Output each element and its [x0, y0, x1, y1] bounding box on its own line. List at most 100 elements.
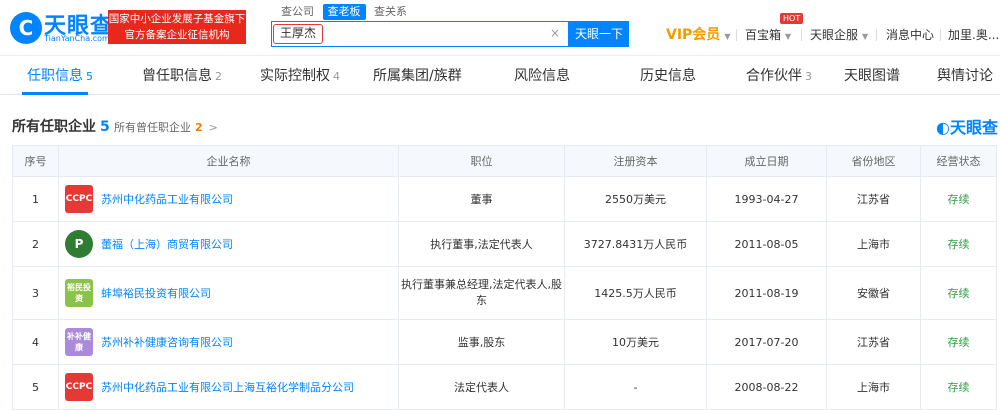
table-row: 3 裕民投资 蚌埠裕民投资有限公司 执行董事兼总经理,法定代表人,股东 1425.… [12, 266, 997, 320]
status-cell: 存续 [920, 364, 997, 410]
tab-count: 2 [215, 70, 222, 83]
company-logo[interactable]: 补补健康 [65, 328, 93, 356]
logo-mark-icon: C [10, 12, 42, 44]
col-header-company: 企业名称 [58, 145, 399, 177]
hot-badge: HOT [780, 13, 804, 24]
col-header-status: 经营状态 [920, 145, 997, 177]
nav-divider [940, 29, 941, 41]
position-cell: 董事 [398, 176, 565, 222]
company-name-link[interactable]: 蚌埠裕民投资有限公司 [101, 287, 211, 300]
col-header-capital: 注册资本 [564, 145, 707, 177]
nav-user-account[interactable]: 加里.奥... [948, 26, 999, 43]
positions-table: 序号 企业名称 职位 注册资本 成立日期 省份地区 经营状态 1 CCPC 苏州中… [12, 145, 997, 410]
search-tab-company[interactable]: 查公司 [276, 4, 319, 20]
former-positions-link[interactable]: 所有曾任职企业 2 > [114, 119, 218, 135]
top-header: C 天眼查 TianYanCha.com 国家中小企业发展子基金旗下 官方备案企… [0, 0, 1000, 56]
date-cell: 1993-04-27 [706, 176, 827, 222]
company-cell: P 蕾福（上海）商贸有限公司 [58, 221, 399, 267]
tab-group[interactable]: 所属集团/族群 [373, 57, 462, 95]
col-header-region: 省份地区 [826, 145, 921, 177]
search-query-value[interactable]: 王厚杰 [273, 24, 324, 44]
table-row: 2 P 蕾福（上海）商贸有限公司 执行董事,法定代表人 3727.8431万人民币… [12, 221, 997, 267]
company-cell: 裕民投资 蚌埠裕民投资有限公司 [58, 266, 399, 320]
date-cell: 2011-08-05 [706, 221, 827, 267]
position-cell: 法定代表人 [398, 364, 565, 410]
company-cell: 补补健康 苏州补补健康咨询有限公司 [58, 319, 399, 365]
company-name-link[interactable]: 苏州中化药品工业有限公司上海互裕化学制品分公司 [101, 381, 354, 394]
chevron-right-icon: > [208, 121, 218, 134]
tab-actual-control[interactable]: 实际控制权 4 [260, 57, 340, 95]
capital-cell: 1425.5万人民币 [564, 266, 707, 320]
company-logo[interactable]: P [65, 230, 93, 258]
vip-label: VIP会员 [666, 27, 721, 43]
row-index: 1 [12, 176, 59, 222]
company-name-link[interactable]: 蕾福（上海）商贸有限公司 [101, 238, 233, 251]
company-logo[interactable]: CCPC [65, 373, 93, 401]
col-header-index: 序号 [12, 145, 59, 177]
table-row: 1 CCPC 苏州中化药品工业有限公司 董事 2550万美元 1993-04-27… [12, 176, 997, 222]
clear-icon[interactable]: × [550, 26, 560, 40]
company-name-link[interactable]: 苏州中化药品工业有限公司 [101, 193, 233, 206]
date-cell: 2017-07-20 [706, 319, 827, 365]
watermark-text: 天眼查 [949, 118, 998, 137]
nav-toolbox[interactable]: 百宝箱 ▼ [745, 26, 791, 43]
profile-tabs: 任职信息 5 曾任职信息 2 实际控制权 4 所属集团/族群 风险信息 历史信息 合作… [0, 57, 1000, 95]
company-logo[interactable]: CCPC [65, 185, 93, 213]
chevron-down-icon: ▼ [785, 32, 792, 41]
nav-divider [801, 29, 802, 41]
company-cell: CCPC 苏州中化药品工业有限公司 [58, 176, 399, 222]
date-cell: 2008-08-22 [706, 364, 827, 410]
tab-history[interactable]: 历史信息 [640, 57, 696, 95]
nav-divider [736, 29, 737, 41]
tab-graph[interactable]: 天眼图谱 [844, 57, 900, 95]
vip-member-link[interactable]: VIP会员 ▼ [666, 24, 730, 44]
date-cell: 2011-08-19 [706, 266, 827, 320]
tianyancha-logo[interactable]: C 天眼查 TianYanCha.com [10, 10, 115, 46]
section-title: 所有任职企业 5 [12, 116, 110, 136]
table-row: 5 CCPC 苏州中化药品工业有限公司上海互裕化学制品分公司 法定代表人 - 20… [12, 364, 997, 410]
active-tab-indicator [22, 92, 88, 95]
position-cell: 执行董事,法定代表人 [398, 221, 565, 267]
search-button[interactable]: 天眼一下 [569, 21, 629, 47]
search-tab-relation[interactable]: 查关系 [369, 4, 412, 20]
tab-current-positions[interactable]: 任职信息 5 [27, 57, 93, 95]
tianyancha-watermark: ◐天眼查 [936, 114, 998, 138]
tab-label: 任职信息 [27, 68, 83, 84]
chevron-down-icon: ▼ [862, 32, 869, 41]
region-cell: 上海市 [826, 221, 921, 267]
nav-messages[interactable]: 消息中心 [886, 26, 934, 43]
tab-label: 所属集团/族群 [373, 68, 462, 84]
position-cell: 执行董事兼总经理,法定代表人,股东 [398, 266, 565, 320]
tab-label: 舆情讨论 [937, 68, 993, 84]
position-cell: 监事,股东 [398, 319, 565, 365]
nav-toolbox-label: 百宝箱 [745, 28, 782, 42]
former-label: 所有曾任职企业 [114, 121, 191, 134]
company-logo[interactable]: 裕民投资 [65, 279, 93, 307]
official-banner: 国家中小企业发展子基金旗下 官方备案企业征信机构 [108, 10, 246, 44]
banner-line-1: 国家中小企业发展子基金旗下 [108, 13, 246, 25]
status-cell: 存续 [920, 319, 997, 365]
section-count: 5 [100, 119, 110, 135]
tab-risk[interactable]: 风险信息 [514, 57, 570, 95]
search-tab-boss[interactable]: 查老板 [322, 4, 366, 20]
tab-count: 5 [86, 70, 93, 83]
search-type-tabs: 查公司 查老板 查关系 [276, 4, 412, 20]
row-index: 5 [12, 364, 59, 410]
company-name-link[interactable]: 苏州补补健康咨询有限公司 [101, 336, 233, 349]
watermark-logo-icon: ◐ [936, 118, 950, 137]
chevron-down-icon: ▼ [724, 32, 731, 41]
region-cell: 江苏省 [826, 176, 921, 222]
search-input[interactable]: 王厚杰 × [271, 21, 569, 47]
tab-former-positions[interactable]: 曾任职信息 2 [142, 57, 222, 95]
tab-partners[interactable]: 合作伙伴 3 [746, 57, 812, 95]
nav-divider [876, 29, 877, 41]
table-header-row: 序号 企业名称 职位 注册资本 成立日期 省份地区 经营状态 [12, 145, 997, 177]
nav-enterprise-service[interactable]: 天眼企服 ▼ [810, 26, 868, 43]
section-title-text: 所有任职企业 [12, 119, 96, 135]
table-row: 4 补补健康 苏州补补健康咨询有限公司 监事,股东 10万美元 2017-07-2… [12, 319, 997, 365]
tab-public-opinion[interactable]: 舆情讨论 [937, 57, 993, 95]
tab-label: 合作伙伴 [746, 68, 802, 84]
company-cell: CCPC 苏州中化药品工业有限公司上海互裕化学制品分公司 [58, 364, 399, 410]
region-cell: 江苏省 [826, 319, 921, 365]
region-cell: 上海市 [826, 364, 921, 410]
